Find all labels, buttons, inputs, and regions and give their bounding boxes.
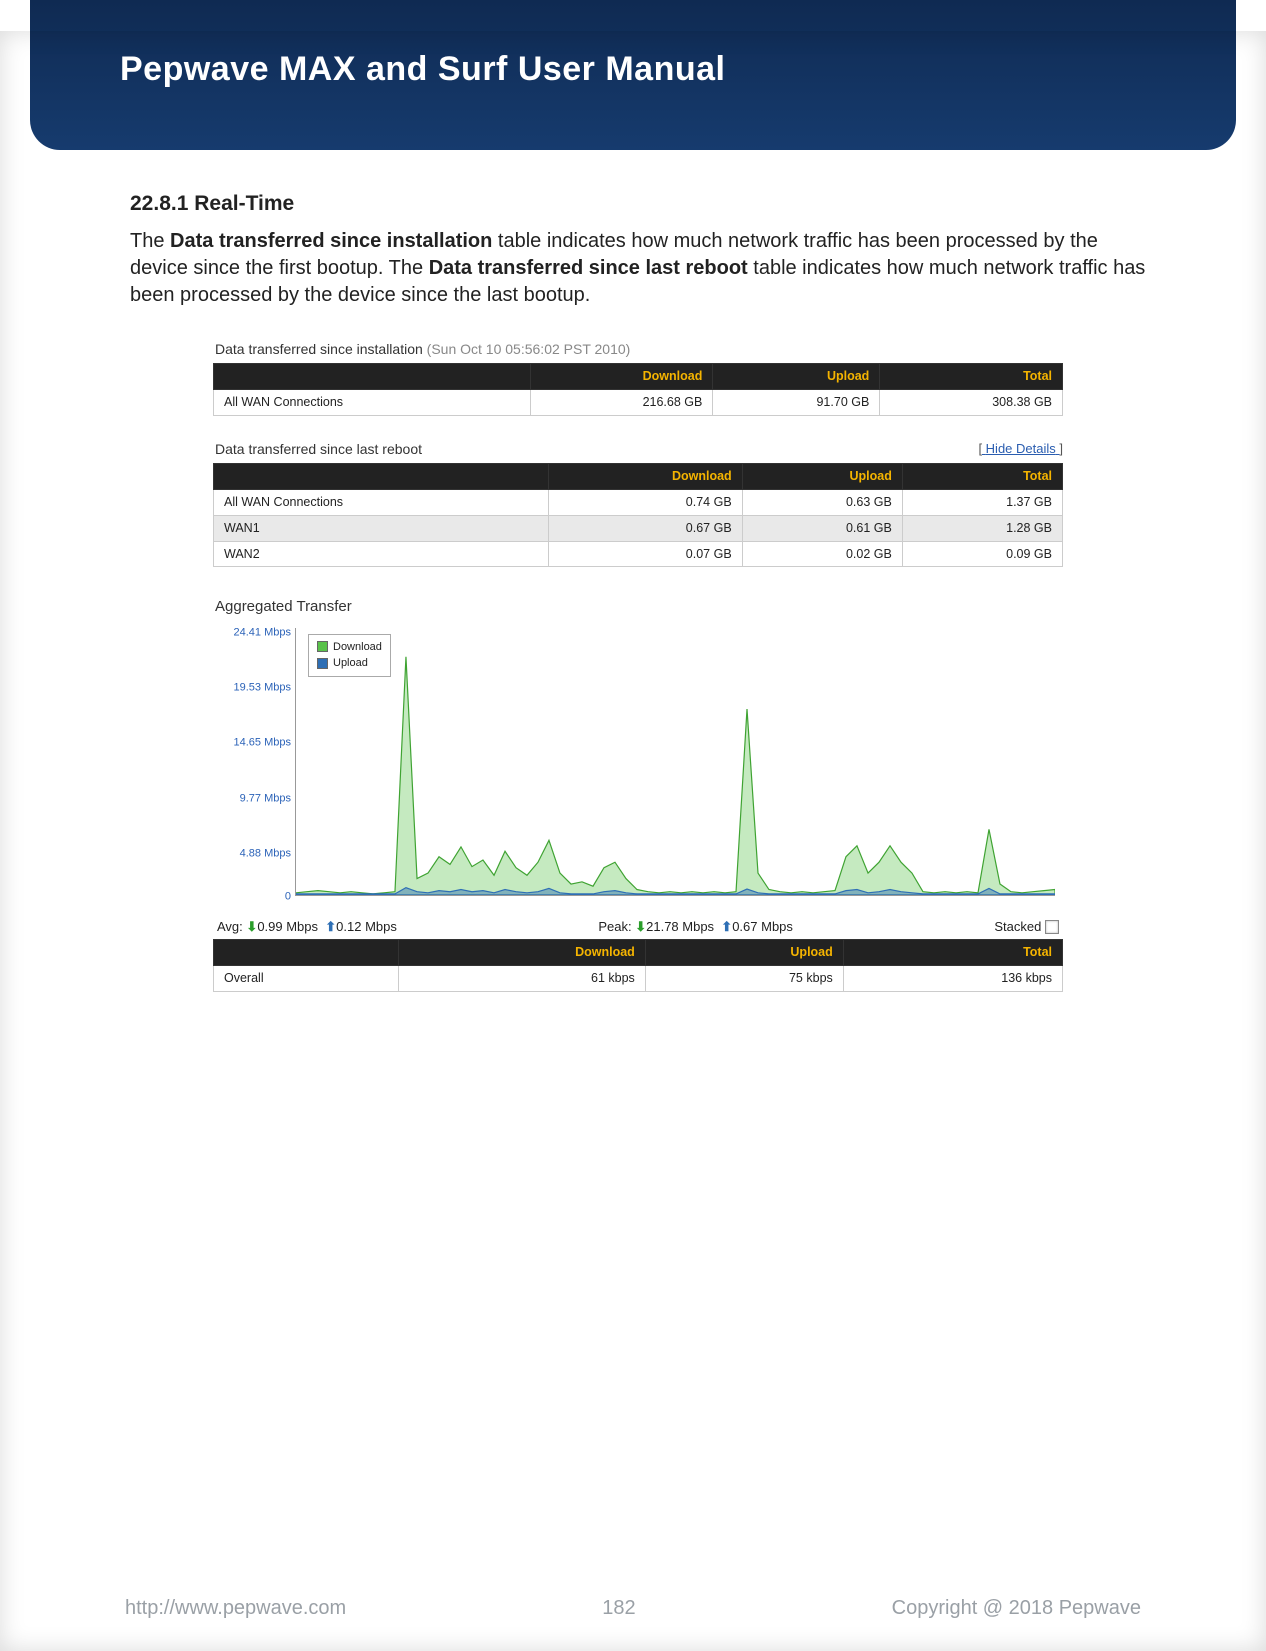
footer-copyright: Copyright @ 2018 Pepwave [892,1597,1141,1620]
table-overall: Download Upload Total Overall 61 kbps 75… [213,939,1063,992]
section-paragraph: The Data transferred since installation … [130,228,1146,309]
y-tick: 24.41 Mbps [213,626,291,641]
peak-stats: Peak: ⬇21.78 Mbps ⬆0.67 Mbps [598,918,793,936]
screenshot-inset: Data transferred since installation (Sun… [213,334,1063,992]
y-tick: 14.65 Mbps [213,736,291,751]
table2-caption: Data transferred since last reboot [ Hid… [213,434,1063,463]
chart-plot-area: Download Upload [295,628,1055,896]
table-header-row: Download Upload Total [214,940,1063,966]
avg-stats: Avg: ⬇0.99 Mbps ⬆0.12 Mbps [217,918,397,936]
arrow-down-icon: ⬇ [635,919,646,934]
legend-swatch-upload-icon [317,658,328,669]
table-row: WAN2 0.07 GB 0.02 GB 0.09 GB [214,541,1063,567]
table-header-row: Download Upload Total [214,364,1063,390]
chart-legend: Download Upload [308,634,391,677]
document-header: Pepwave MAX and Surf User Manual [30,0,1236,150]
y-tick: 0 [213,890,291,905]
chart-stats-row: Avg: ⬇0.99 Mbps ⬆0.12 Mbps Peak: ⬇21.78 … [213,912,1063,940]
y-tick: 9.77 Mbps [213,791,291,806]
table1-caption: Data transferred since installation (Sun… [213,334,1063,363]
page-footer: http://www.pepwave.com 182 Copyright @ 2… [30,1583,1236,1633]
table-since-reboot: Download Upload Total All WAN Connection… [213,463,1063,568]
arrow-up-icon: ⬆ [325,919,336,934]
footer-page-number: 182 [602,1597,635,1620]
y-tick: 19.53 Mbps [213,681,291,696]
chart-title: Aggregated Transfer [213,597,1063,617]
table-row: Overall 61 kbps 75 kbps 136 kbps [214,966,1063,992]
arrow-up-icon: ⬆ [721,919,732,934]
content-area: 22.8.1 Real-Time The Data transferred si… [0,150,1266,992]
arrow-down-icon: ⬇ [246,919,257,934]
checkbox-icon[interactable] [1045,920,1059,934]
y-tick: 4.88 Mbps [213,846,291,861]
chart-frame: 24.41 Mbps 19.53 Mbps 14.65 Mbps 9.77 Mb… [213,622,1063,912]
section-heading: 22.8.1 Real-Time [130,190,1146,218]
chart-svg [296,628,1055,895]
hide-details-link[interactable]: [ Hide Details ] [978,440,1063,458]
footer-url: http://www.pepwave.com [125,1597,346,1620]
document-title: Pepwave MAX and Surf User Manual [120,50,726,88]
stacked-toggle[interactable]: Stacked [994,918,1059,936]
table-row: All WAN Connections 0.74 GB 0.63 GB 1.37… [214,489,1063,515]
table-since-installation: Download Upload Total All WAN Connection… [213,363,1063,416]
legend-swatch-download-icon [317,641,328,652]
chart-block: Aggregated Transfer 24.41 Mbps 19.53 Mbp… [213,597,1063,992]
table-row: WAN1 0.67 GB 0.61 GB 1.28 GB [214,515,1063,541]
table-row: All WAN Connections 216.68 GB 91.70 GB 3… [214,390,1063,416]
table-header-row: Download Upload Total [214,463,1063,489]
